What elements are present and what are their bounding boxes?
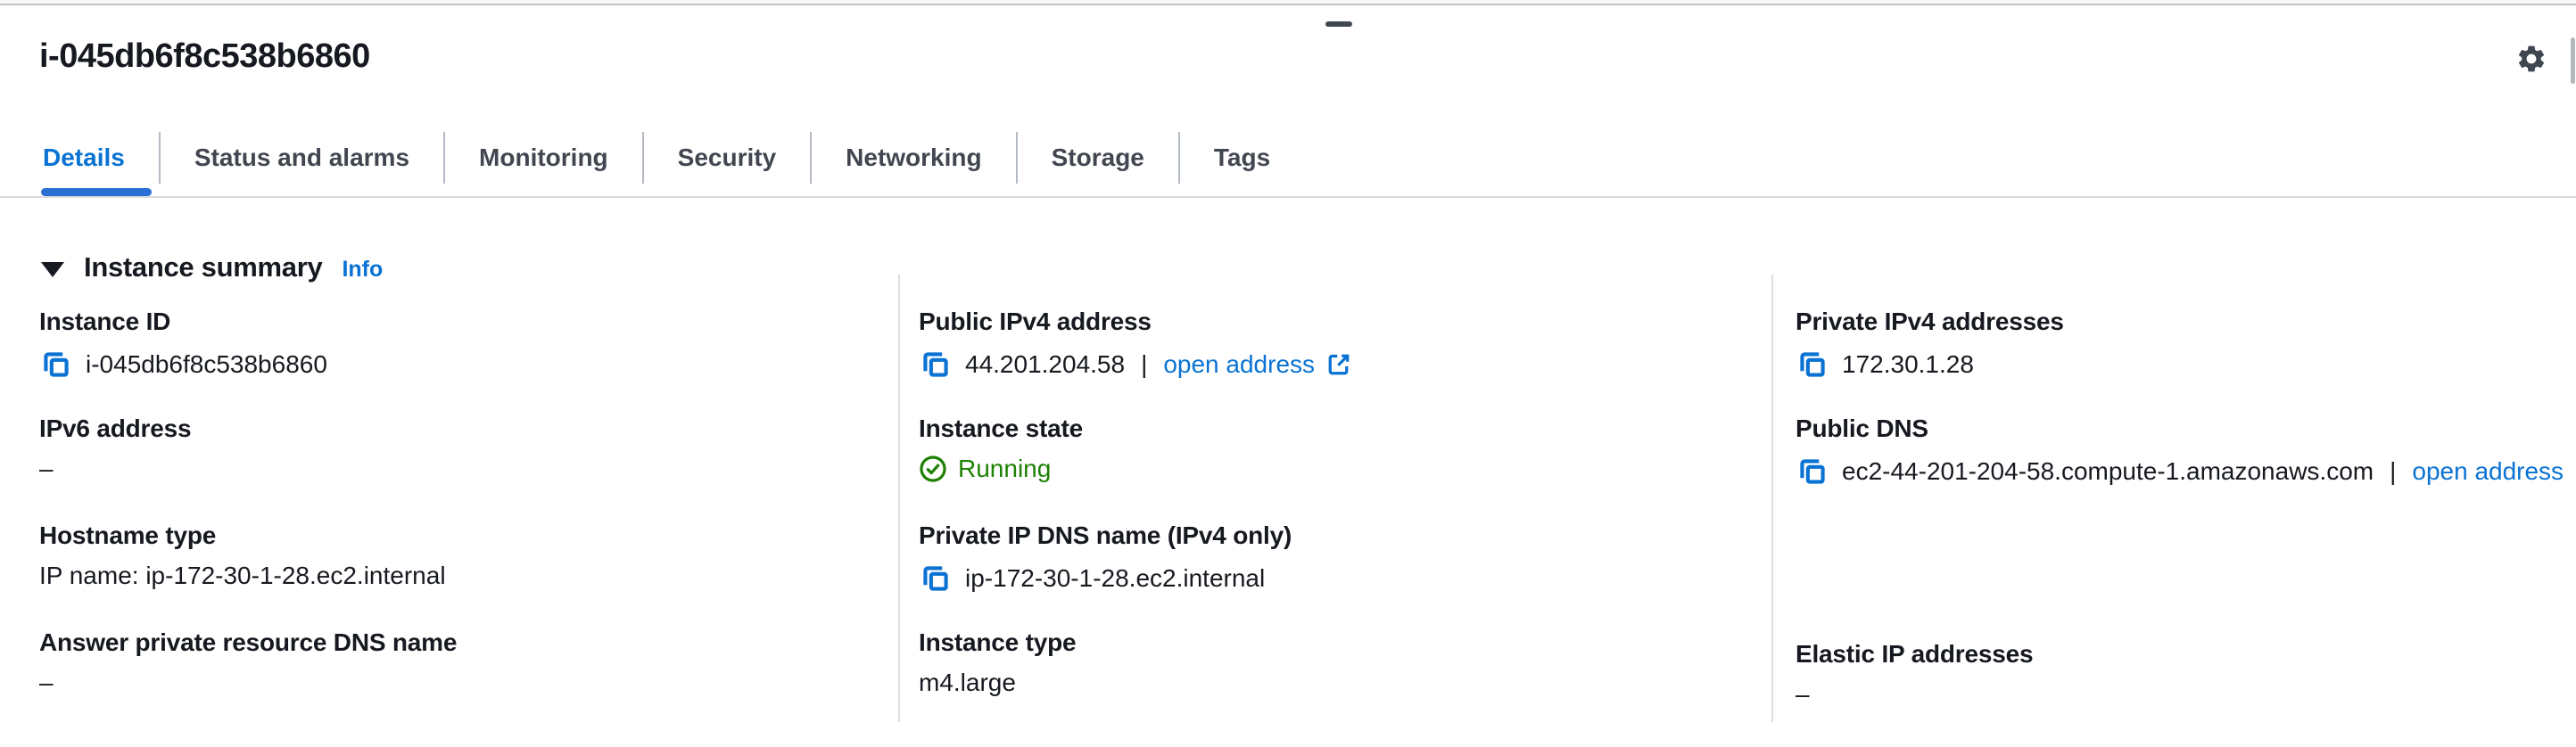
instance-id-title: i-045db6f8c538b6860 xyxy=(39,37,370,76)
field-value: – xyxy=(39,669,54,697)
field-value: ip-172-30-1-28.ec2.internal xyxy=(965,564,1265,593)
value-separator: | xyxy=(1141,350,1147,379)
panel-top-border xyxy=(0,0,2576,5)
field-public-dns: Public DNS ec2-44-201-204-58.compute-1.a… xyxy=(1796,415,2576,521)
copy-icon xyxy=(1796,456,1829,488)
field-instance-id: Instance ID i-045db6f8c538b6860 xyxy=(39,308,860,415)
field-label: Public IPv4 address xyxy=(919,308,1721,336)
tabs-bottom-rule xyxy=(0,196,2576,198)
section-title: Instance summary xyxy=(84,251,322,283)
tab-monitoring[interactable]: Monitoring xyxy=(443,132,642,184)
field-answer-private-resource-dns: Answer private resource DNS name – xyxy=(39,628,860,735)
copy-button[interactable] xyxy=(919,562,953,595)
split-panel-drag-handle[interactable] xyxy=(1325,21,1352,27)
field-label: Private IPv4 addresses xyxy=(1796,308,2576,336)
open-address-link[interactable]: open address xyxy=(1163,350,1352,379)
value-separator: | xyxy=(2390,457,2396,486)
copy-icon xyxy=(40,349,72,381)
summary-column-3: Private IPv4 addresses 172.30.1.28 Publi… xyxy=(1796,308,2576,747)
open-address-link[interactable]: open address xyxy=(2412,457,2576,486)
tab-details[interactable]: Details xyxy=(9,132,159,184)
caret-down-icon xyxy=(41,262,64,277)
field-private-ipv4-addresses: Private IPv4 addresses 172.30.1.28 xyxy=(1796,308,2576,415)
tab-storage[interactable]: Storage xyxy=(1016,132,1178,184)
field-label: IPv6 address xyxy=(39,415,860,443)
summary-column-2: Public IPv4 address 44.201.204.58 | open… xyxy=(919,308,1721,735)
field-elastic-ip-addresses: Elastic IP addresses – xyxy=(1796,640,2576,747)
gear-icon xyxy=(2515,43,2551,75)
field-label: Instance type xyxy=(919,628,1721,657)
field-value: – xyxy=(1796,680,1810,709)
field-instance-type: Instance type m4.large xyxy=(919,628,1721,735)
tab-security[interactable]: Security xyxy=(642,132,811,184)
field-public-ipv4: Public IPv4 address 44.201.204.58 | open… xyxy=(919,308,1721,415)
summary-column-1: Instance ID i-045db6f8c538b6860 IPv6 add… xyxy=(39,308,860,735)
field-instance-state: Instance state Running xyxy=(919,415,1721,521)
field-value: 172.30.1.28 xyxy=(1842,350,1974,379)
field-value: ec2-44-201-204-58.compute-1.amazonaws.co… xyxy=(1842,457,2374,486)
check-circle-icon xyxy=(919,455,947,483)
detail-tabs: Details Status and alarms Monitoring Sec… xyxy=(9,132,1304,184)
field-label: Elastic IP addresses xyxy=(1796,640,2576,669)
copy-button[interactable] xyxy=(1796,348,1829,382)
copy-icon xyxy=(920,349,952,381)
copy-button[interactable] xyxy=(919,348,953,382)
field-value: Running xyxy=(958,455,1051,483)
status-badge: Running xyxy=(919,455,1051,483)
field-hostname-type: Hostname type IP name: ip-172-30-1-28.ec… xyxy=(39,521,860,628)
copy-icon xyxy=(1796,349,1829,381)
copy-button[interactable] xyxy=(39,348,73,382)
field-value: – xyxy=(39,455,54,483)
field-value: IP name: ip-172-30-1-28.ec2.internal xyxy=(39,562,446,590)
copy-icon xyxy=(920,562,952,595)
field-empty xyxy=(1796,533,2576,640)
field-label: Public DNS xyxy=(1796,415,2576,443)
field-value: i-045db6f8c538b6860 xyxy=(86,350,327,379)
field-private-ip-dns-name: Private IP DNS name (IPv4 only) ip-172-3… xyxy=(919,521,1721,628)
copy-button[interactable] xyxy=(1796,455,1829,488)
scrollbar-thumb[interactable] xyxy=(2571,37,2575,84)
tab-networking[interactable]: Networking xyxy=(810,132,1015,184)
field-label: Instance ID xyxy=(39,308,860,336)
settings-button[interactable] xyxy=(2515,41,2551,77)
column-divider xyxy=(1771,275,1773,722)
field-label: Hostname type xyxy=(39,521,860,550)
tab-status-and-alarms[interactable]: Status and alarms xyxy=(159,132,443,184)
field-value: 44.201.204.58 xyxy=(965,350,1125,379)
field-value: m4.large xyxy=(919,669,1016,697)
column-divider xyxy=(898,275,900,722)
instance-summary-header[interactable]: Instance summary Info xyxy=(41,251,383,283)
field-label: Answer private resource DNS name xyxy=(39,628,860,657)
info-link[interactable]: Info xyxy=(342,257,383,283)
tab-tags[interactable]: Tags xyxy=(1178,132,1304,184)
field-label: Private IP DNS name (IPv4 only) xyxy=(919,521,1721,550)
field-label: Instance state xyxy=(919,415,1721,443)
field-ipv6-address: IPv6 address – xyxy=(39,415,860,521)
external-link-icon xyxy=(1325,351,1352,378)
